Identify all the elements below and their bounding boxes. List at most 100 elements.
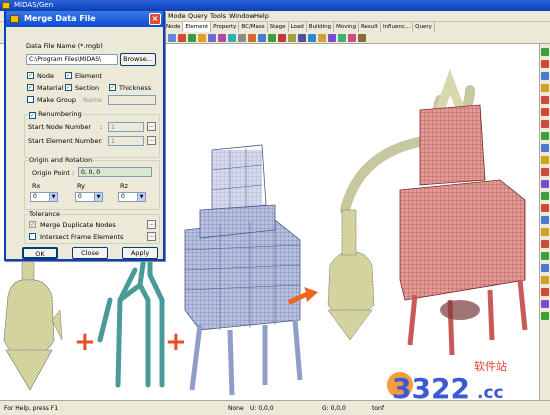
browse-button[interactable]: Browse... xyxy=(120,53,156,66)
redraw-icon[interactable] xyxy=(541,240,549,248)
start-node-more-button[interactable]: ... xyxy=(147,122,156,131)
renumbering-checkbox[interactable]: ✓ xyxy=(29,112,36,119)
snap-icon[interactable] xyxy=(541,228,549,236)
delete-icon[interactable] xyxy=(278,34,286,42)
tab-influence[interactable]: Influenc... xyxy=(381,22,414,32)
group-name-field[interactable] xyxy=(108,95,156,105)
menu-tools[interactable]: Tools xyxy=(210,12,226,20)
all-icon[interactable] xyxy=(541,300,549,308)
dialog-app-icon xyxy=(10,15,19,23)
tab-query[interactable]: Query xyxy=(413,22,435,32)
right-toolbar xyxy=(539,44,550,400)
side-view-icon[interactable] xyxy=(541,120,549,128)
origin-point-field[interactable]: 0, 0, 0 xyxy=(78,167,152,177)
section-checkbox[interactable]: ✓ xyxy=(65,84,72,91)
tab-load[interactable]: Load xyxy=(289,22,307,32)
rz-value: 0 xyxy=(121,193,125,200)
ry-value: 0 xyxy=(78,193,82,200)
shade-icon[interactable] xyxy=(541,156,549,164)
status-help: For Help, press F1 xyxy=(4,405,59,412)
menu-query[interactable]: Query xyxy=(188,12,208,20)
merge-duplicate-more-button[interactable]: ... xyxy=(147,220,156,229)
start-element-field[interactable]: 1 xyxy=(108,136,144,146)
split-icon[interactable] xyxy=(318,34,326,42)
material-checkbox[interactable]: ✓ xyxy=(27,84,34,91)
thickness-checkbox[interactable]: ✓ xyxy=(109,84,116,91)
tab-building[interactable]: Building xyxy=(307,22,335,32)
rz-select[interactable]: 0 ▼ xyxy=(118,192,146,202)
merge-icon[interactable] xyxy=(248,34,256,42)
menu-window[interactable]: Window xyxy=(229,12,255,20)
extrude-icon[interactable] xyxy=(258,34,266,42)
select-icon[interactable] xyxy=(168,34,176,42)
rotate-view-icon[interactable] xyxy=(541,84,549,92)
offset-icon[interactable] xyxy=(328,34,336,42)
pan-icon[interactable] xyxy=(541,72,549,80)
translate-icon[interactable] xyxy=(298,34,306,42)
merge-data-file-dialog: Merge Data File × Data File Name (*.mgb)… xyxy=(4,11,165,261)
close-button[interactable]: Close xyxy=(72,247,108,259)
front-view-icon[interactable] xyxy=(541,96,549,104)
top-view-icon[interactable] xyxy=(541,108,549,116)
status-unit[interactable]: tonf xyxy=(372,405,384,412)
view-icon[interactable] xyxy=(541,48,549,56)
node-icon[interactable] xyxy=(178,34,186,42)
tab-stage[interactable]: Stage xyxy=(268,22,289,32)
table-icon[interactable] xyxy=(358,34,366,42)
element-checkbox[interactable]: ✓ xyxy=(65,72,72,79)
tab-element[interactable]: Element xyxy=(183,22,212,32)
intersect-frame-more-button[interactable]: ... xyxy=(147,232,156,241)
mirror-icon[interactable] xyxy=(228,34,236,42)
tab-property[interactable]: Property xyxy=(211,22,240,32)
status-bar: For Help, press F1 None U: 0,0,0 G: 0,0,… xyxy=(0,400,550,415)
make-group-checkbox[interactable] xyxy=(27,96,34,103)
apply-button[interactable]: Apply xyxy=(122,247,158,259)
display-icon[interactable] xyxy=(541,168,549,176)
tab-node[interactable]: Node xyxy=(164,22,184,32)
rotate-icon[interactable] xyxy=(218,34,226,42)
hidden-icon[interactable] xyxy=(541,144,549,152)
perspective-icon[interactable] xyxy=(541,204,549,212)
group-name-label: Name xyxy=(83,96,103,104)
scale-icon[interactable] xyxy=(308,34,316,42)
light-icon[interactable] xyxy=(541,192,549,200)
fit-icon[interactable] xyxy=(541,252,549,260)
rx-label: Rx xyxy=(32,182,41,190)
close-icon[interactable]: × xyxy=(149,13,161,25)
node-label: Node xyxy=(37,72,54,80)
render-icon[interactable] xyxy=(541,180,549,188)
tab-result[interactable]: Result xyxy=(359,22,381,32)
grid-icon[interactable] xyxy=(541,216,549,224)
tab-moving[interactable]: Moving xyxy=(334,22,359,32)
tab-bc-mass[interactable]: BC/Mass xyxy=(239,22,268,32)
group-icon[interactable] xyxy=(348,34,356,42)
copy-icon[interactable] xyxy=(208,34,216,42)
chevron-down-icon: ▼ xyxy=(94,193,102,201)
origin-point-label: Origin Point : xyxy=(32,169,75,177)
file-path-field[interactable]: C:\Program Files\MIDAS\ xyxy=(26,54,118,65)
rx-select[interactable]: 0 ▼ xyxy=(30,192,58,202)
merge-duplicate-checkbox[interactable]: ✓ xyxy=(29,221,36,228)
renumber-icon[interactable] xyxy=(288,34,296,42)
check-icon[interactable] xyxy=(338,34,346,42)
ry-select[interactable]: 0 ▼ xyxy=(75,192,103,202)
iso-view-icon[interactable] xyxy=(541,132,549,140)
divide-icon[interactable] xyxy=(238,34,246,42)
node-checkbox[interactable]: ✓ xyxy=(27,72,34,79)
previous-view-icon[interactable] xyxy=(541,264,549,272)
intersect-frame-checkbox[interactable] xyxy=(29,233,36,240)
menu-mode[interactable]: Mode xyxy=(168,12,186,20)
label-icon[interactable] xyxy=(541,312,549,320)
intersect-icon[interactable] xyxy=(268,34,276,42)
start-element-more-button[interactable]: ... xyxy=(147,136,156,145)
move-icon[interactable] xyxy=(198,34,206,42)
dialog-titlebar[interactable]: Merge Data File × xyxy=(6,11,163,27)
ok-button[interactable]: OK xyxy=(22,247,58,259)
zoom-icon[interactable] xyxy=(541,60,549,68)
start-node-field[interactable]: 1 xyxy=(108,122,144,132)
activate-icon[interactable] xyxy=(541,276,549,284)
steel-frame-model xyxy=(184,144,303,396)
element-icon[interactable] xyxy=(188,34,196,42)
menu-help[interactable]: Help xyxy=(254,12,269,20)
inverse-icon[interactable] xyxy=(541,288,549,296)
